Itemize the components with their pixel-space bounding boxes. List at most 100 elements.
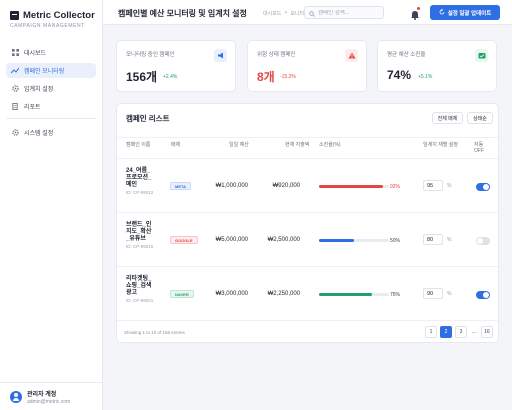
campaign-list-panel: 캠페인 리스트 전체 매체 상태순 캠페인 이름 매체 일일 예산 현재 지출액… [116, 103, 499, 343]
breadcrumb-item-dashboard[interactable]: 대시보드 [263, 10, 281, 17]
threshold-unit: % [447, 183, 452, 189]
campaign-name[interactable]: 브랜드_인지도_확산_유튜브 [126, 222, 154, 243]
threshold-input[interactable] [423, 180, 443, 191]
stat-value: 8개 [257, 70, 275, 84]
page-button-3[interactable]: 3 [455, 326, 467, 338]
burn-rate-label: 50% [389, 238, 400, 244]
table-footer: Showing 1 to 10 of 156 entries 1 2 3 ...… [117, 321, 498, 342]
page-button-16[interactable]: 16 [481, 326, 493, 338]
page-title: 캠페인별 예산 모니터링 및 임계치 설정 [118, 9, 247, 18]
column-header-threshold: 임계치 재별 설정 [423, 142, 458, 148]
toggle-knob [483, 184, 489, 190]
app-subtitle: CAMPAIGN MANAGEMENT [10, 23, 85, 29]
document-icon [11, 103, 19, 111]
sidebar-nav: 대시보드 캠페인 모니터링 임계치 설정 리포트 시스템 설정 [6, 45, 96, 143]
sidebar-item-system-settings[interactable]: 시스템 설정 [6, 125, 96, 140]
stat-trend: -15.2% [280, 74, 296, 80]
auto-off-toggle[interactable] [476, 183, 490, 191]
campaign-id: ID: CP-99021 [126, 298, 154, 303]
warning-icon [345, 49, 358, 62]
burn-rate-bar [319, 293, 389, 296]
table-row: 리타겟팅_쇼핑_검색광고 ID: CP-99021 NAVER ₩3,000,0… [117, 267, 498, 321]
sidebar-item-label: 리포트 [24, 105, 41, 111]
table-row: 브랜드_인지도_확산_유튜브 ID: CP-99015 GOOGLE ₩5,00… [117, 213, 498, 267]
column-header-name: 캠페인 이름 [126, 142, 151, 148]
column-header-budget: 일일 예산 [229, 142, 249, 148]
stat-label: 모니터링 중인 캠페인 [126, 52, 175, 58]
top-header: 캠페인별 예산 모니터링 및 임계치 설정 대시보드 > 모니터링 설정 일괄 … [103, 0, 512, 25]
sort-status-button[interactable]: 상태순 [467, 112, 493, 124]
table-header: 캠페인 이름 매체 일일 예산 현재 지출액 소진율(%) 임계치 재별 설정 … [117, 137, 498, 159]
breadcrumb: 대시보드 > 모니터링 [263, 10, 309, 17]
daily-budget: ₩3,000,000 [215, 291, 248, 297]
current-spend: ₩2,500,000 [267, 237, 300, 243]
toggle-knob [483, 292, 489, 298]
stat-card-risk: 위험 상태 캠페인 8개 -15.2% [247, 40, 367, 92]
media-badge: GOOGLE [170, 236, 198, 244]
table-row: 24_여름_프로모션_메인 ID: CP-99012 META ₩1,000,0… [117, 159, 498, 213]
auto-off-toggle[interactable] [476, 291, 490, 299]
column-header-media: 매체 [171, 142, 181, 148]
gear-icon [11, 85, 19, 93]
stat-value: 74% [387, 68, 412, 82]
user-profile[interactable]: 관리자 계정 admin@metric.com [0, 382, 103, 410]
chart-logo-icon [10, 11, 19, 20]
media-badge: META [170, 182, 192, 190]
search-input[interactable] [318, 9, 383, 16]
brand: Metric Collector CAMPAIGN MANAGEMENT [10, 10, 95, 29]
stat-trend: +2.4% [163, 74, 178, 80]
page-ellipsis: ... [471, 329, 477, 335]
sidebar: Metric Collector CAMPAIGN MANAGEMENT 대시보… [0, 0, 103, 410]
search-box [304, 6, 384, 19]
column-header-auto-off: 자동 OFF [474, 142, 484, 154]
sidebar-item-monitoring[interactable]: 캠페인 모니터링 [6, 63, 96, 78]
burn-rate-bar [319, 185, 389, 188]
refresh-icon [439, 8, 445, 17]
sidebar-item-threshold[interactable]: 임계치 설정 [6, 81, 96, 96]
notification-dot [417, 7, 420, 10]
burn-rate-label: 92% [389, 184, 400, 190]
current-spend: ₩920,000 [272, 183, 300, 189]
wallet-icon [475, 49, 488, 62]
threshold-input[interactable] [423, 234, 443, 245]
sidebar-item-report[interactable]: 리포트 [6, 99, 96, 114]
profile-name: 관리자 계정 [27, 391, 57, 398]
stat-value: 156개 [126, 70, 158, 84]
bulk-update-button[interactable]: 설정 일괄 업데이트 [430, 5, 500, 20]
campaign-id: ID: CP-99012 [126, 190, 154, 195]
sidebar-item-label: 캠페인 모니터링 [24, 69, 65, 75]
current-spend: ₩2,250,000 [267, 291, 300, 297]
campaign-list-title: 캠페인 리스트 [126, 114, 170, 123]
page-button-1[interactable]: 1 [425, 326, 437, 338]
stat-label: 평균 예산 소진율 [387, 52, 426, 58]
search-icon [309, 4, 315, 22]
avatar [10, 390, 22, 403]
stat-label: 위험 상태 캠페인 [257, 52, 296, 58]
threshold-input[interactable] [423, 288, 443, 299]
breadcrumb-separator: > [284, 10, 288, 16]
sidebar-item-label: 시스템 설정 [24, 131, 54, 137]
column-header-burn-rate: 소진율(%) [319, 142, 341, 148]
threshold-unit: % [447, 291, 452, 297]
sidebar-item-label: 임계치 설정 [24, 87, 54, 93]
burn-rate-fill [319, 293, 372, 296]
notification-bell-icon[interactable] [410, 7, 420, 20]
campaign-name[interactable]: 24_여름_프로모션_메인 [126, 168, 154, 189]
chart-icon [11, 67, 19, 75]
stat-trend: +5.1% [418, 74, 433, 80]
daily-budget: ₩1,000,000 [215, 183, 248, 189]
campaign-name[interactable]: 리타겟팅_쇼핑_검색광고 [126, 276, 154, 297]
toggle-knob [477, 238, 483, 244]
page-button-2[interactable]: 2 [440, 326, 452, 338]
grid-icon [11, 49, 19, 57]
sidebar-divider [6, 118, 96, 119]
burn-rate-bar [319, 239, 389, 242]
filter-all-media-button[interactable]: 전체 매체 [432, 112, 463, 124]
auto-off-toggle[interactable] [476, 237, 490, 245]
megaphone-icon [214, 49, 227, 62]
sidebar-item-dashboard[interactable]: 대시보드 [6, 45, 96, 60]
burn-rate-label: 75% [389, 292, 400, 298]
column-header-spend: 현재 지출액 [285, 142, 310, 148]
campaign-id: ID: CP-99015 [126, 244, 154, 249]
burn-rate-fill [319, 239, 354, 242]
